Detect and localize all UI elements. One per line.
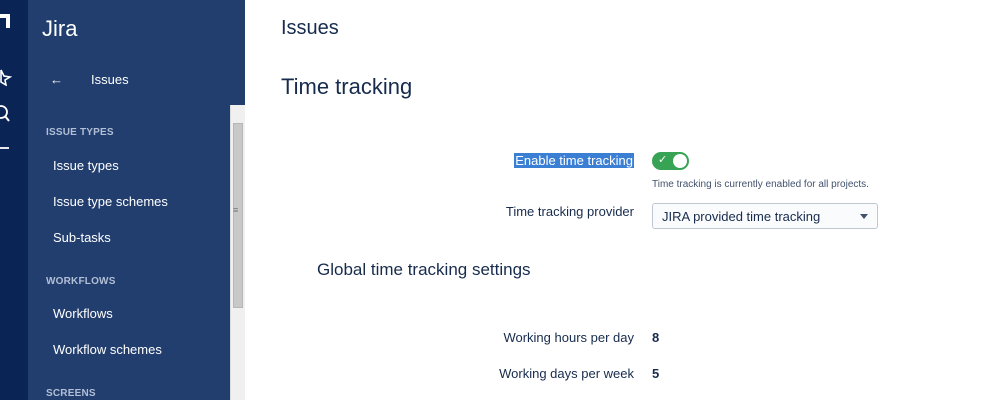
- working-days-value: 5: [652, 366, 660, 381]
- scrollbar-grip-icon: ≡: [233, 205, 239, 215]
- page-title: Time tracking: [281, 74, 413, 99]
- star-icon[interactable]: [0, 68, 28, 86]
- time-tracking-provider-label: Time tracking provider: [505, 204, 634, 219]
- sidebar-scrollbar[interactable]: ≡: [230, 105, 245, 400]
- sidebar-item-workflows[interactable]: Workflows: [53, 306, 113, 321]
- working-hours-label: Working hours per day: [503, 330, 634, 345]
- checkmark-icon: ✓: [658, 154, 668, 166]
- create-icon[interactable]: [0, 143, 28, 153]
- enable-time-tracking-toggle[interactable]: ✓: [652, 152, 689, 170]
- working-days-label: Working days per week: [499, 366, 634, 381]
- section-heading-issue-types: ISSUE TYPES: [46, 127, 114, 138]
- section-heading-screens: SCREENS: [46, 388, 96, 399]
- global-navigation: [0, 0, 28, 400]
- jira-logo-icon[interactable]: [0, 12, 28, 30]
- section-heading-workflows: WORKFLOWS: [46, 276, 116, 287]
- provider-selected-value: JIRA provided time tracking: [662, 209, 821, 224]
- main-content: Issues Time tracking Enable time trackin…: [245, 0, 999, 400]
- sidebar-item-issue-type-schemes[interactable]: Issue type schemes: [53, 194, 168, 209]
- search-icon[interactable]: [0, 104, 28, 124]
- working-hours-value: 8: [652, 330, 660, 345]
- sidebar-item-sub-tasks[interactable]: Sub-tasks: [53, 230, 111, 245]
- enable-time-tracking-label: Enable time tracking: [514, 153, 634, 168]
- app-title: Jira: [42, 16, 78, 41]
- project-sidebar: Jira ← Issues ISSUE TYPES Issue types Is…: [28, 0, 245, 400]
- toggle-knob: [673, 154, 687, 168]
- chevron-down-icon: [860, 214, 868, 219]
- back-to-issues-link[interactable]: ← Issues: [50, 66, 129, 92]
- arrow-left-icon: ←: [50, 71, 63, 87]
- breadcrumb-header: Issues: [281, 17, 339, 39]
- global-settings-heading: Global time tracking settings: [317, 260, 531, 279]
- time-tracking-provider-select[interactable]: JIRA provided time tracking: [652, 203, 878, 229]
- sidebar-item-issue-types[interactable]: Issue types: [53, 158, 119, 173]
- back-link-label: Issues: [91, 71, 129, 87]
- scrollbar-thumb[interactable]: [233, 123, 243, 308]
- sidebar-item-workflow-schemes[interactable]: Workflow schemes: [53, 342, 162, 357]
- time-tracking-help-text: Time tracking is currently enabled for a…: [652, 179, 869, 190]
